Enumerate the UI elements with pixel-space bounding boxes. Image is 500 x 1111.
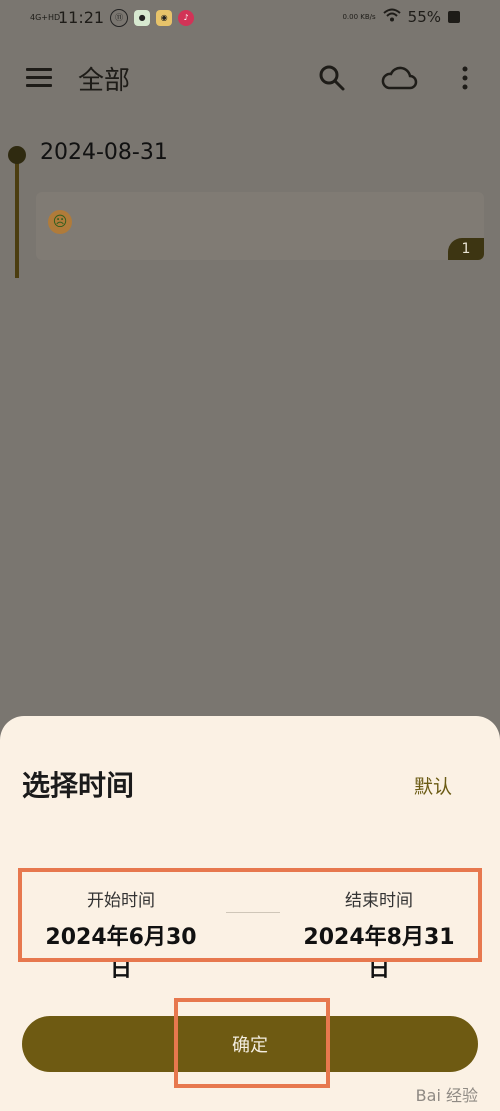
network-speed: 0.00 KB/s bbox=[342, 13, 376, 21]
sheet-title: 选择时间 bbox=[22, 769, 135, 802]
timeline-date: 2024-08-31 bbox=[40, 140, 168, 165]
status-right: 0.00 KB/s 55% bbox=[342, 8, 460, 26]
page-title: 全部 bbox=[78, 66, 131, 96]
watermark: Bai 经验 bbox=[415, 1086, 478, 1105]
annotation-highlight-confirm bbox=[174, 998, 330, 1088]
weibo-icon: ◉ bbox=[156, 9, 173, 26]
status-bar: 4G+HD 11:21 ⑪ ● ◉ ♪ 0.00 KB/s 55% bbox=[0, 0, 500, 38]
timeline-dot bbox=[8, 146, 26, 164]
timeline-line bbox=[15, 160, 19, 278]
menu-icon[interactable] bbox=[26, 68, 52, 88]
select-time-sheet: 选择时间 默认 开始时间 2024年6月30日 结束时间 2024年8月31日 … bbox=[0, 716, 500, 1111]
journal-entry-card[interactable]: ☹ 1 bbox=[36, 192, 484, 260]
search-icon[interactable] bbox=[318, 64, 346, 96]
clock: 11:21 bbox=[58, 8, 105, 27]
battery-level: 55% bbox=[407, 8, 441, 26]
default-button[interactable]: 默认 bbox=[414, 772, 452, 799]
wifi-icon bbox=[382, 8, 401, 26]
more-icon[interactable] bbox=[460, 64, 470, 96]
tiktok-icon: ♪ bbox=[178, 9, 195, 26]
status-left: 4G+HD 11:21 ⑪ ● ◉ ♪ bbox=[30, 8, 195, 27]
network-indicator: 4G+HD bbox=[30, 13, 61, 22]
sick-face-emoji-icon: ☹ bbox=[48, 210, 72, 234]
app-bar: 全部 bbox=[0, 50, 500, 106]
wechat-icon: ● bbox=[134, 9, 151, 26]
cloud-icon[interactable] bbox=[380, 64, 418, 96]
battery-icon bbox=[448, 11, 460, 23]
annotation-highlight-range bbox=[18, 868, 482, 962]
11-app-icon: ⑪ bbox=[110, 8, 129, 27]
entry-count-badge: 1 bbox=[448, 238, 484, 260]
